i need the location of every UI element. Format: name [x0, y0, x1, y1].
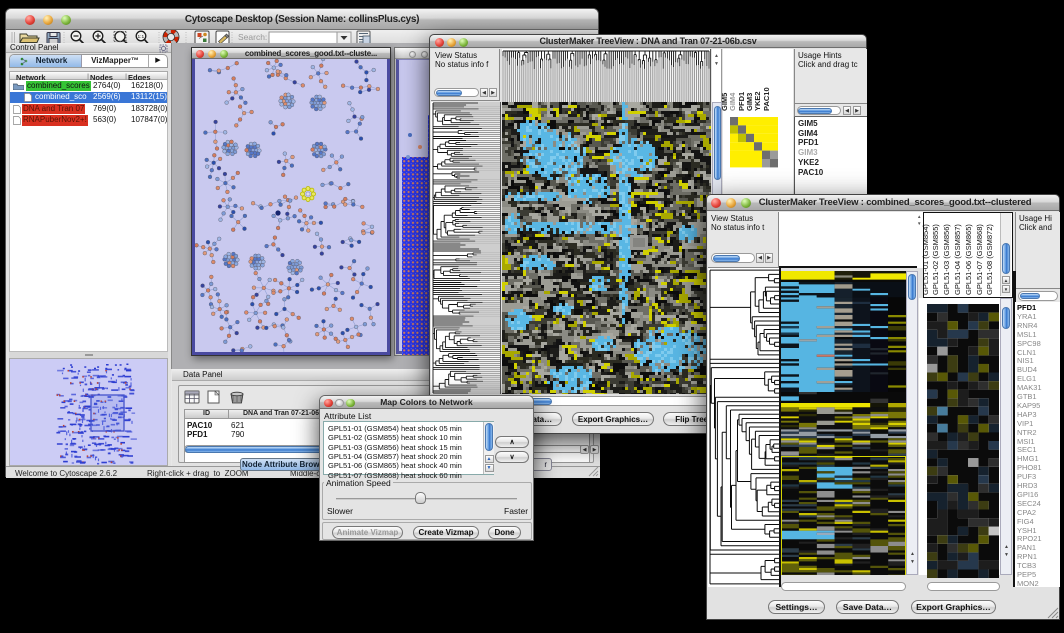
svg-text:Search:: Search:: [238, 32, 267, 42]
svg-text:1:1: 1:1: [138, 34, 145, 40]
